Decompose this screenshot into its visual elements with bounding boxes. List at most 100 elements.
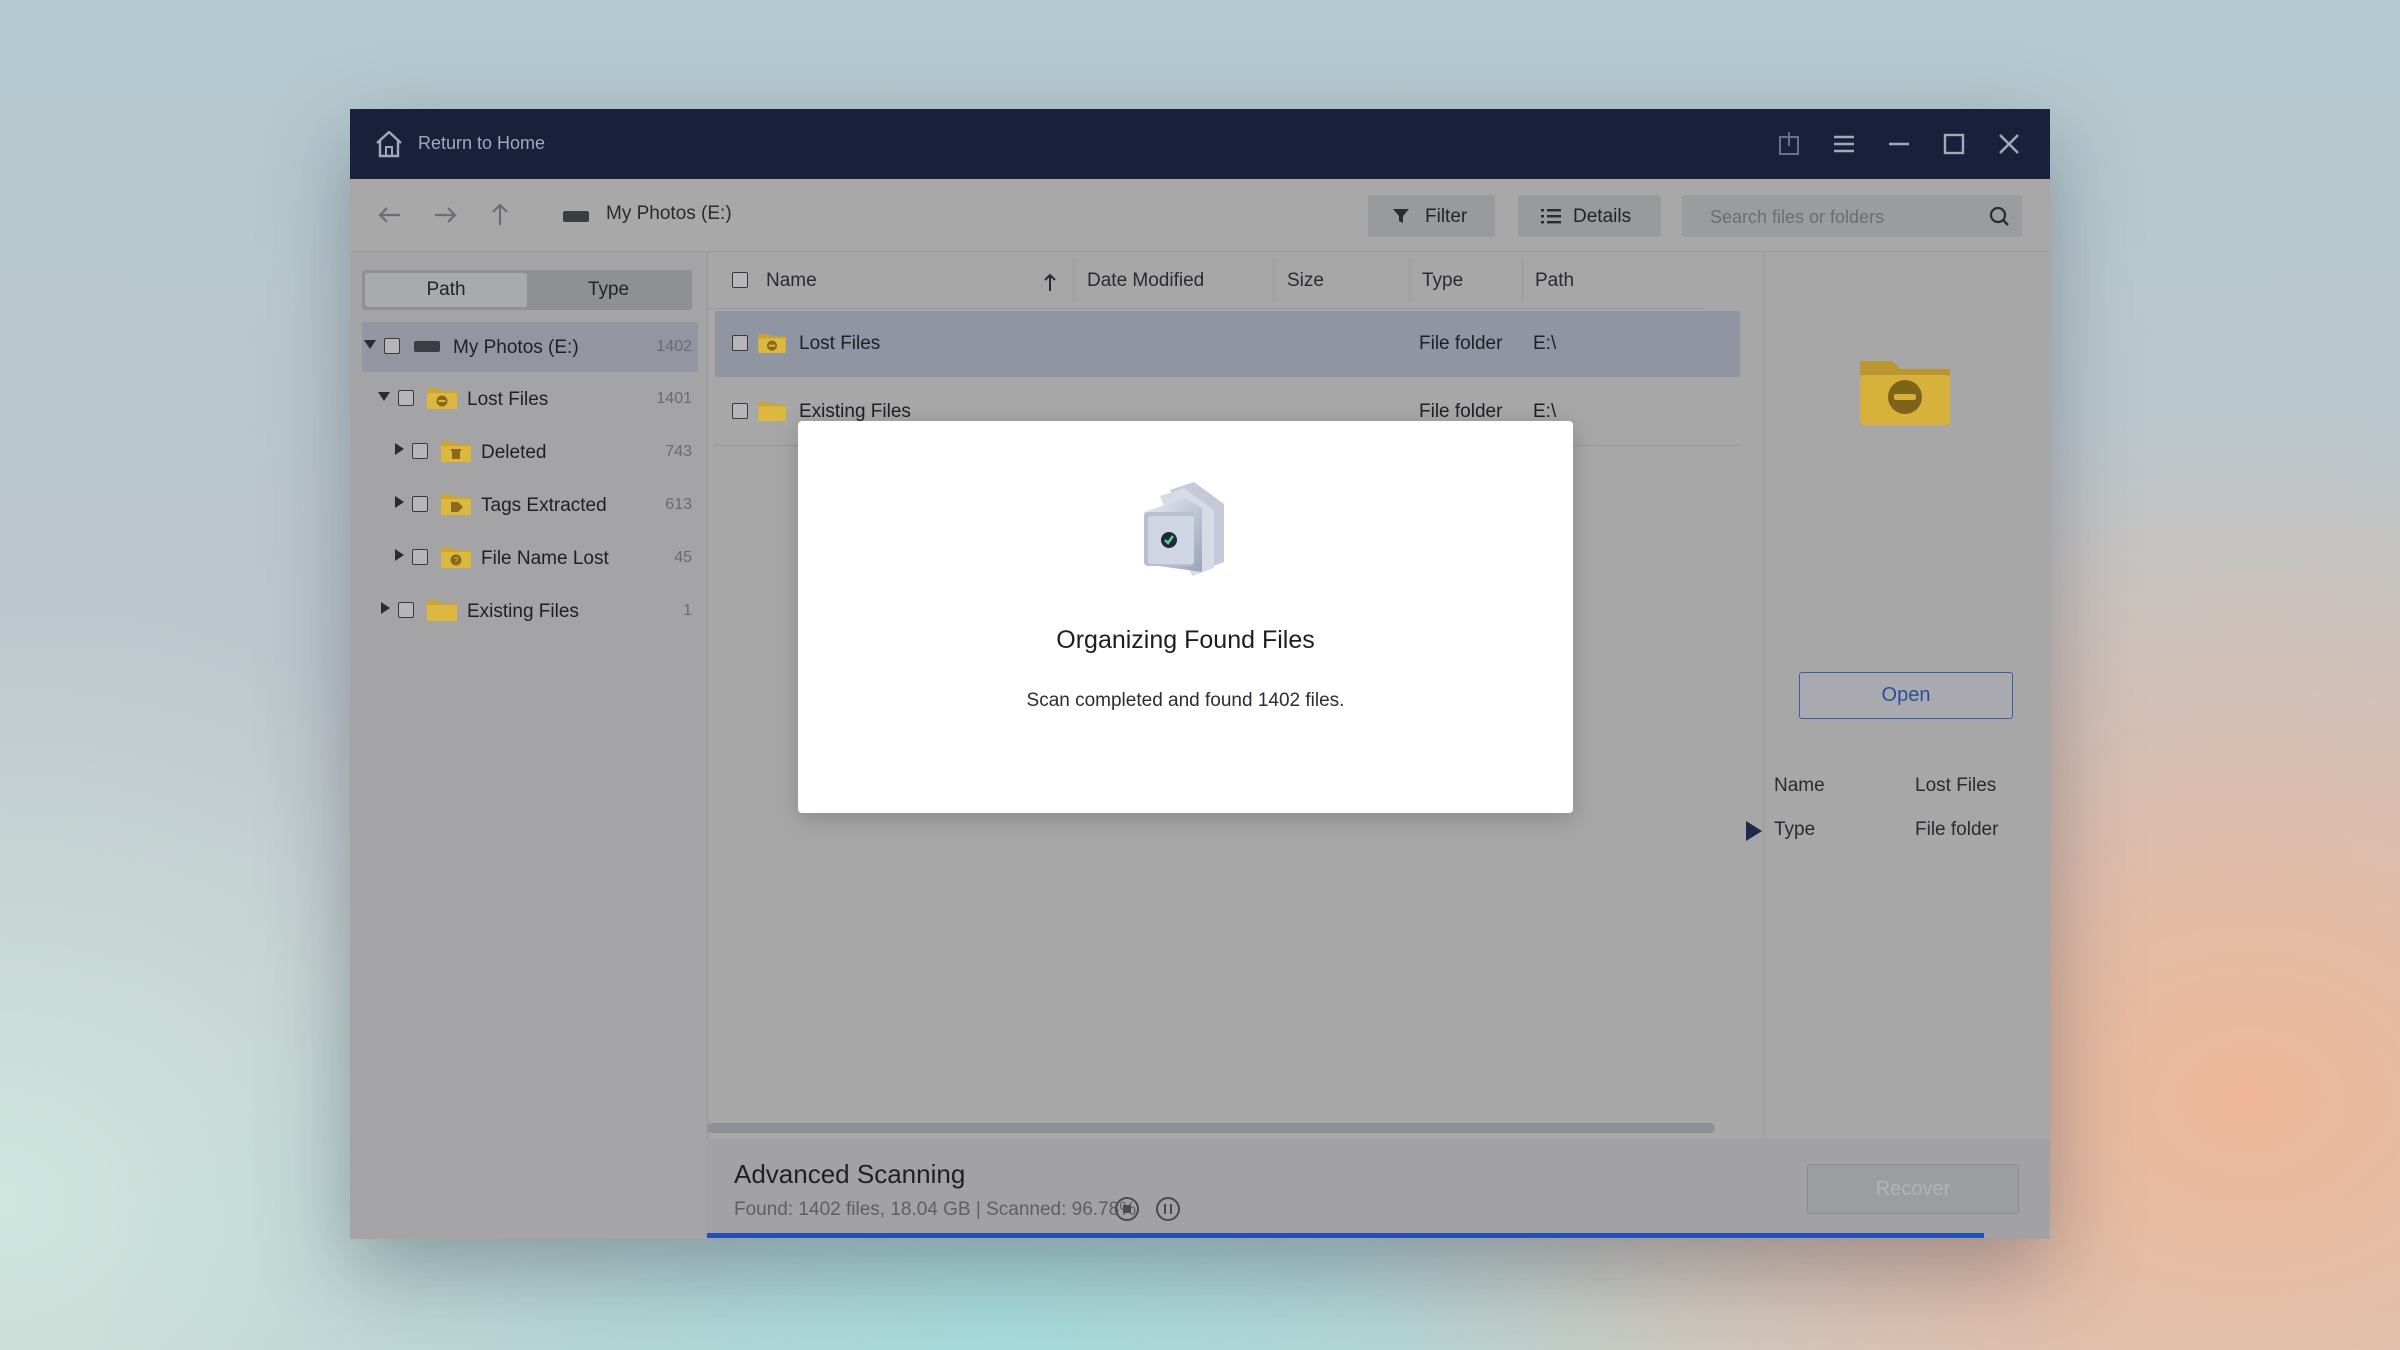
tree-item-count: 1: [683, 602, 692, 619]
organizing-files-dialog: Organizing Found Files Scan completed an…: [798, 421, 1573, 813]
stop-scan-button[interactable]: [1115, 1197, 1139, 1221]
tree-item-label: Tags Extracted: [481, 495, 607, 516]
chevron-right-icon[interactable]: [395, 443, 404, 455]
row-checkbox[interactable]: [732, 403, 748, 419]
column-divider[interactable]: [1273, 258, 1274, 302]
chevron-right-icon[interactable]: [395, 496, 404, 508]
search-input[interactable]: Search files or folders: [1682, 195, 2022, 237]
column-header-type[interactable]: Type: [1422, 270, 1463, 292]
close-icon[interactable]: [1992, 127, 2026, 161]
row-path: E:\: [1533, 333, 1557, 354]
scan-status-bar: Advanced Scanning Found: 1402 files, 18.…: [707, 1139, 2050, 1239]
column-header-name[interactable]: Name: [766, 270, 817, 292]
folder-icon: [427, 600, 457, 621]
horizontal-scrollbar[interactable]: [707, 1123, 1715, 1133]
share-icon[interactable]: [1772, 127, 1806, 161]
checkbox[interactable]: [412, 496, 428, 512]
tree-item-file-name-lost[interactable]: ? File Name Lost 45: [362, 533, 698, 583]
column-divider[interactable]: [1522, 258, 1523, 302]
cursor-pointer-icon: [1746, 821, 1762, 841]
checkbox[interactable]: [412, 549, 428, 565]
organizing-files-icon: [1144, 482, 1224, 576]
details-button[interactable]: Details: [1518, 195, 1661, 237]
tree-item-count: 613: [665, 496, 692, 513]
chevron-right-icon[interactable]: [395, 549, 404, 561]
checkbox[interactable]: [412, 443, 428, 459]
tree-item-tags-extracted[interactable]: Tags Extracted 613: [362, 480, 698, 530]
view-toggle: Path Type: [362, 270, 692, 310]
filter-icon: [1393, 209, 1409, 223]
row-path: E:\: [1533, 401, 1557, 422]
stop-icon: [1123, 1205, 1131, 1213]
tags-folder-icon: [441, 494, 471, 515]
row-name: Lost Files: [799, 333, 881, 354]
row-type: File folder: [1419, 401, 1503, 422]
checkbox[interactable]: [384, 338, 400, 354]
sort-ascending-icon[interactable]: [1043, 272, 1057, 292]
recover-button[interactable]: Recover: [1807, 1164, 2019, 1214]
row-checkbox[interactable]: [732, 335, 748, 351]
maximize-icon[interactable]: [1937, 127, 1971, 161]
dialog-message: Scan completed and found 1402 files.: [1026, 690, 1345, 711]
tree-item-label: Lost Files: [467, 389, 549, 410]
deleted-folder-icon: [441, 441, 471, 462]
chevron-down-icon[interactable]: [364, 340, 376, 349]
drive-icon: [414, 341, 440, 352]
list-icon: [1541, 209, 1561, 224]
lost-files-folder-icon: [758, 333, 786, 353]
row-type: File folder: [1419, 333, 1503, 354]
select-all-checkbox[interactable]: [732, 272, 748, 288]
tree-item-label: Existing Files: [467, 601, 579, 622]
breadcrumb[interactable]: My Photos (E:): [606, 203, 732, 225]
column-divider[interactable]: [1409, 258, 1410, 302]
tab-type[interactable]: Type: [528, 273, 689, 307]
column-header-size[interactable]: Size: [1287, 270, 1324, 292]
pause-scan-button[interactable]: [1156, 1197, 1180, 1221]
chevron-down-icon[interactable]: [378, 392, 390, 401]
property-name-value: Lost Files: [1915, 775, 1997, 796]
return-to-home-link[interactable]: Return to Home: [418, 133, 545, 154]
drive-icon: [563, 211, 589, 222]
file-name-lost-folder-icon: ?: [441, 547, 471, 568]
filter-button[interactable]: Filter: [1368, 195, 1495, 237]
sidebar: Path Type My Photos (E:) 1402 Lost Files…: [350, 252, 708, 1239]
tree-item-count: 743: [665, 443, 692, 460]
checkbox[interactable]: [398, 390, 414, 406]
file-list-header: Name Date Modified Size Type Path: [707, 252, 1707, 309]
property-type-value: File folder: [1915, 819, 1999, 840]
tree-item-label: File Name Lost: [481, 548, 609, 569]
forward-arrow-icon[interactable]: [429, 199, 461, 231]
column-header-date-modified[interactable]: Date Modified: [1087, 270, 1204, 292]
tree-item-count: 45: [674, 549, 692, 566]
open-button[interactable]: Open: [1799, 672, 2013, 719]
search-placeholder: Search files or folders: [1710, 207, 1885, 227]
column-header-path[interactable]: Path: [1535, 270, 1574, 292]
minimize-icon[interactable]: [1882, 127, 1916, 161]
tree-item-label: Deleted: [481, 442, 547, 463]
chevron-right-icon[interactable]: [381, 602, 390, 614]
checkbox[interactable]: [398, 602, 414, 618]
tree-item-label: My Photos (E:): [453, 337, 579, 358]
folder-icon: [758, 401, 786, 421]
tree-item-deleted[interactable]: Deleted 743: [362, 427, 698, 477]
scan-status-title: Advanced Scanning: [734, 1159, 966, 1189]
tree-item-count: 1402: [656, 338, 692, 355]
details-panel: Open Name Lost Files Type File folder: [1746, 252, 2050, 1139]
lost-files-folder-icon: [427, 388, 457, 409]
table-row[interactable]: Lost Files File folder E:\: [715, 311, 1740, 377]
tab-path[interactable]: Path: [365, 273, 527, 307]
column-divider[interactable]: [1073, 258, 1074, 302]
property-name-key: Name: [1774, 775, 1825, 796]
scan-status-info: Found: 1402 files, 18.04 GB | Scanned: 9…: [734, 1199, 1137, 1220]
home-icon[interactable]: [372, 127, 406, 161]
tree-item-my-photos[interactable]: My Photos (E:) 1402: [362, 322, 698, 372]
toolbar: My Photos (E:) Filter Details Search fil…: [350, 179, 2050, 252]
tree-item-count: 1401: [656, 390, 692, 407]
tree-item-lost-files[interactable]: Lost Files 1401: [362, 374, 698, 424]
search-icon[interactable]: [1988, 205, 2010, 227]
back-arrow-icon[interactable]: [374, 199, 406, 231]
title-bar: Return to Home: [350, 109, 2050, 179]
tree-item-existing-files[interactable]: Existing Files 1: [362, 586, 698, 636]
up-arrow-icon[interactable]: [484, 199, 516, 231]
menu-icon[interactable]: [1827, 127, 1861, 161]
